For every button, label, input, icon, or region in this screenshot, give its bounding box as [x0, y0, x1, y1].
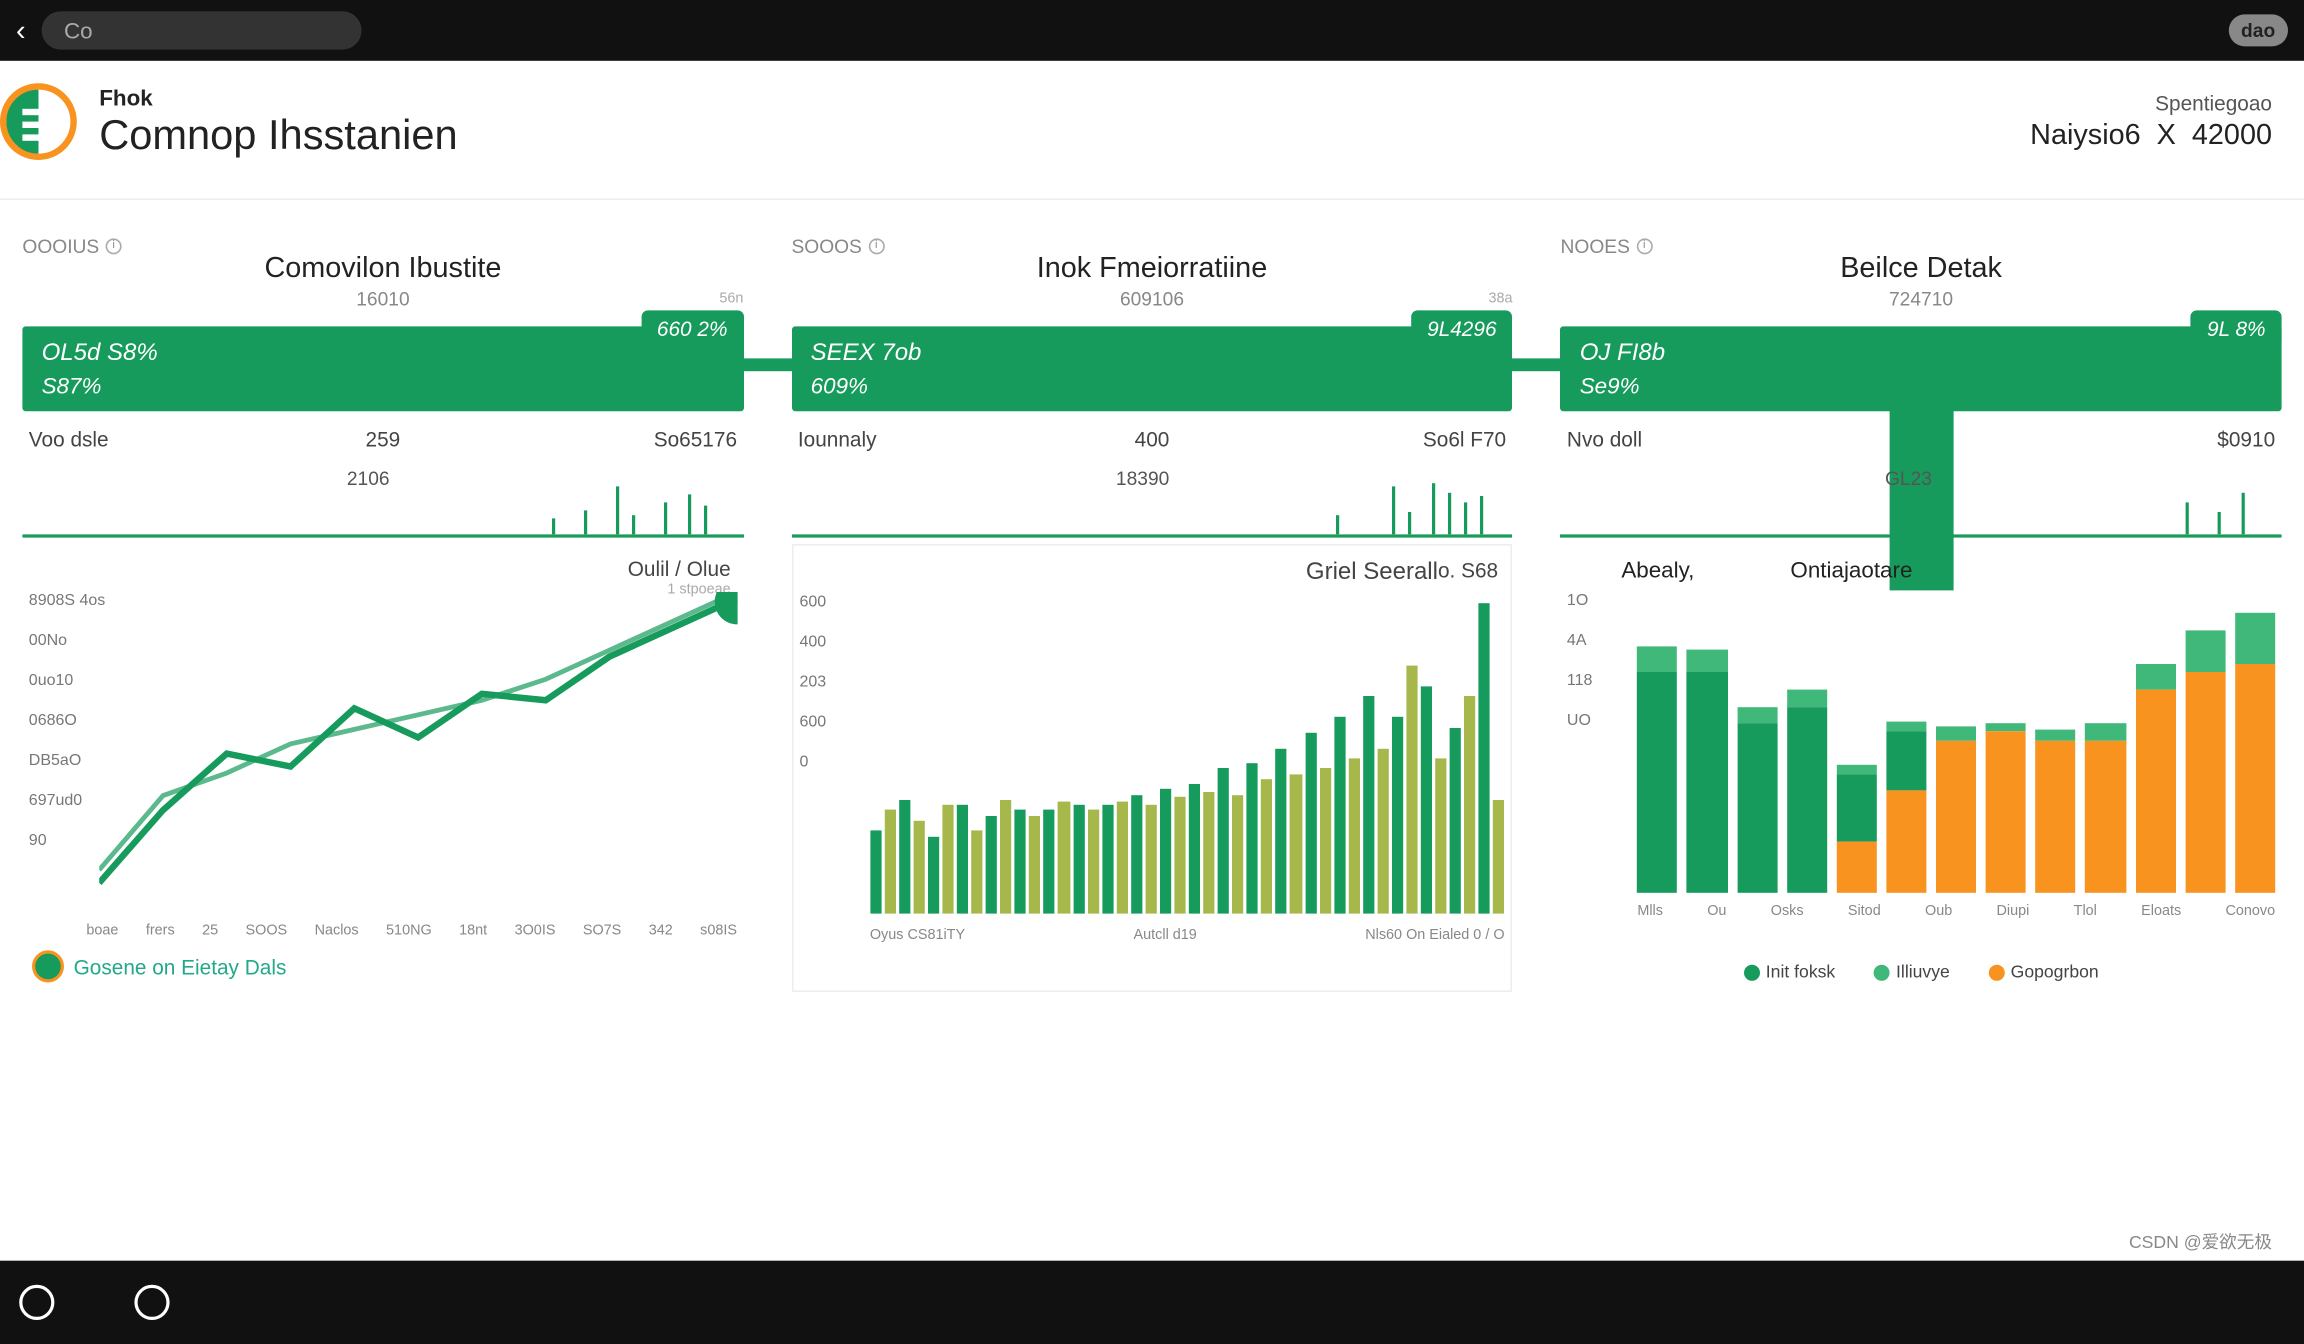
header-stats: Spentiegoao Naiysio6 X 42000 [2030, 91, 2272, 152]
kpi-corner: 56n [719, 290, 743, 306]
y-axis-labels: 1O4A118UO [1567, 592, 1593, 730]
system-nav-bar [0, 1261, 2304, 1344]
x-axis-labels: MllsOuOsksSitodOubDiupiTlolEloatsConovo [1637, 902, 2275, 918]
kpi-band-line2: 609% [811, 373, 1494, 399]
kpi-r1: Nvo doll [1567, 427, 1803, 451]
spark-value: 2106 [347, 467, 390, 489]
header-stat-mid: Naiysio6 [2030, 118, 2140, 150]
kpi-band-chip: 660 2% [641, 310, 744, 347]
kpi-r1: Voo dsle [29, 427, 265, 451]
kpi-r3: So6l F70 [1270, 427, 1506, 451]
dashboard-page: Fhok Comnop Ihsstanien Spentiegoao Naiys… [0, 61, 2304, 1261]
bar-chart-plot [870, 603, 1505, 913]
kpi-sparkline: GL23 [1561, 467, 2282, 537]
kpi-data-row: Voo dsle259So65176 [22, 411, 743, 467]
kpi-band-line2: S87% [42, 373, 725, 399]
kpi-label: NOOES [1561, 235, 1630, 257]
chart-legend: Init fokskIlliuvyeGopogrbon [1561, 963, 2282, 982]
kpi-band-line1: SEEX 7ob [811, 339, 1494, 366]
x-axis-labels: Oyus CS81iTYAutcll d19Nls60 On Eialed 0 … [870, 926, 1505, 942]
charts-row: Oulil / Olue1 stpoeae 8908S 4os00No0uo10… [0, 538, 2304, 992]
watermark-text: CSDN @爱欲无极 [2129, 1229, 2272, 1255]
nav-circle-icon[interactable] [19, 1285, 54, 1320]
kpi-title: Comovilon Ibustite [22, 251, 743, 285]
chart-title-right: Ontiajaotare [1790, 557, 1912, 583]
kpi-sparkline: 2106 [22, 467, 743, 537]
info-icon[interactable]: i [868, 238, 884, 254]
stacked-chart-plot [1637, 602, 2275, 893]
kpi-subtitle: 609106 [791, 288, 1512, 310]
spark-value: GL23 [1885, 467, 1932, 489]
kpi-r3: $0910 [2039, 427, 2275, 451]
kpi-label: SOOOS [791, 235, 861, 257]
header-stat-top: Spentiegoao [2030, 91, 2272, 115]
y-axis-labels: 8908S 4os00No0uo100686ODB5aO697ud090 [29, 592, 106, 850]
nav-circle-icon[interactable] [134, 1285, 169, 1320]
chart-title-left: Abealy, [1621, 557, 1694, 583]
spark-value: 18390 [1116, 467, 1169, 489]
brand-logo-icon [0, 83, 77, 160]
chart-title: Griel Seerall [1306, 558, 1438, 585]
band-connector [743, 358, 791, 371]
line-chart-card: Oulil / Olue1 stpoeae 8908S 4os00No0uo10… [22, 544, 743, 992]
kpi-corner: 38a [1488, 290, 1512, 306]
kpi-band-chip: 9L 8% [2191, 310, 2282, 347]
chart-footer-link[interactable]: Gosene on Eietay Dals [32, 950, 286, 982]
kpi-r1: Iounnaly [798, 427, 1034, 451]
stacked-chart-card: Abealy, Ontiajaotare 1O4A118UO MllsOuOsks… [1561, 544, 2282, 992]
line-chart-plot [99, 592, 737, 915]
kpi-r2: 259 [265, 427, 501, 451]
kpi-sparkline: 18390 [791, 467, 1512, 537]
kpi-row: OOOIUS i Comovilon Ibustite 16010 56n 660 … [0, 200, 2304, 538]
footer-link-text: Gosene on Eietay Dals [74, 954, 287, 978]
kpi-data-row: Iounnaly400So6l F70 [791, 411, 1512, 467]
page-header: Fhok Comnop Ihsstanien Spentiegoao Naiys… [0, 61, 2304, 200]
kpi-subtitle: 16010 [22, 288, 743, 310]
footer-logo-icon [32, 950, 64, 982]
kpi-r3: So65176 [501, 427, 737, 451]
kpi-r2: 400 [1034, 427, 1270, 451]
x-axis-labels: boaefrers25SOOSNaclos510NG18nt3O0ISSO7S3… [86, 922, 737, 938]
browser-top-bar: ‹ Co dao [0, 0, 2304, 61]
info-icon[interactable]: i [1636, 238, 1652, 254]
kpi-subtitle: 724710 [1561, 288, 2282, 310]
brand-big-text: Comnop Ihsstanien [99, 110, 457, 160]
kpi-band: 9L4296 SEEX 7ob 609% [791, 326, 1512, 411]
kpi-title: Inok Fmeiorratiine [791, 251, 1512, 285]
kpi-band: 660 2% OL5d S8% S87% [22, 326, 743, 411]
header-stat-val: 42000 [2192, 118, 2272, 150]
y-axis-labels: 6004002036000 [799, 594, 826, 772]
chart-right-label: Oulil / Olue [628, 557, 731, 581]
kpi-band-line1: OL5d S8% [42, 339, 725, 366]
brand-small-text: Fhok [99, 84, 457, 110]
kpi-band-chip: 9L4296 [1411, 310, 1512, 347]
kpi-band-line1: OJ FI8b [1580, 339, 2263, 366]
kpi-title: Beilce Detak [1561, 251, 2282, 285]
chart-right-val: o. S68 [1438, 558, 1498, 582]
kpi-label: OOOIUS [22, 235, 99, 257]
header-stat-sep: X [2157, 118, 2176, 150]
url-input[interactable]: Co [42, 11, 362, 49]
kpi-card-3: NOOESi Beilce Detak724710 9L 8% OJ FI8b … [1561, 235, 2282, 537]
kpi-card-1: OOOIUS i Comovilon Ibustite 16010 56n 660 … [22, 235, 743, 537]
header-pill[interactable]: dao [2228, 14, 2288, 46]
back-icon[interactable]: ‹ [16, 14, 26, 48]
info-icon[interactable]: i [106, 238, 122, 254]
kpi-card-2: SOOOS i Inok Fmeiorratiine 609106 38a 9L42… [791, 235, 1512, 537]
band-connector [1513, 358, 1561, 371]
bar-chart-card: Griel Seerallo. S68 6004002036000 Oyus C… [791, 544, 1512, 992]
